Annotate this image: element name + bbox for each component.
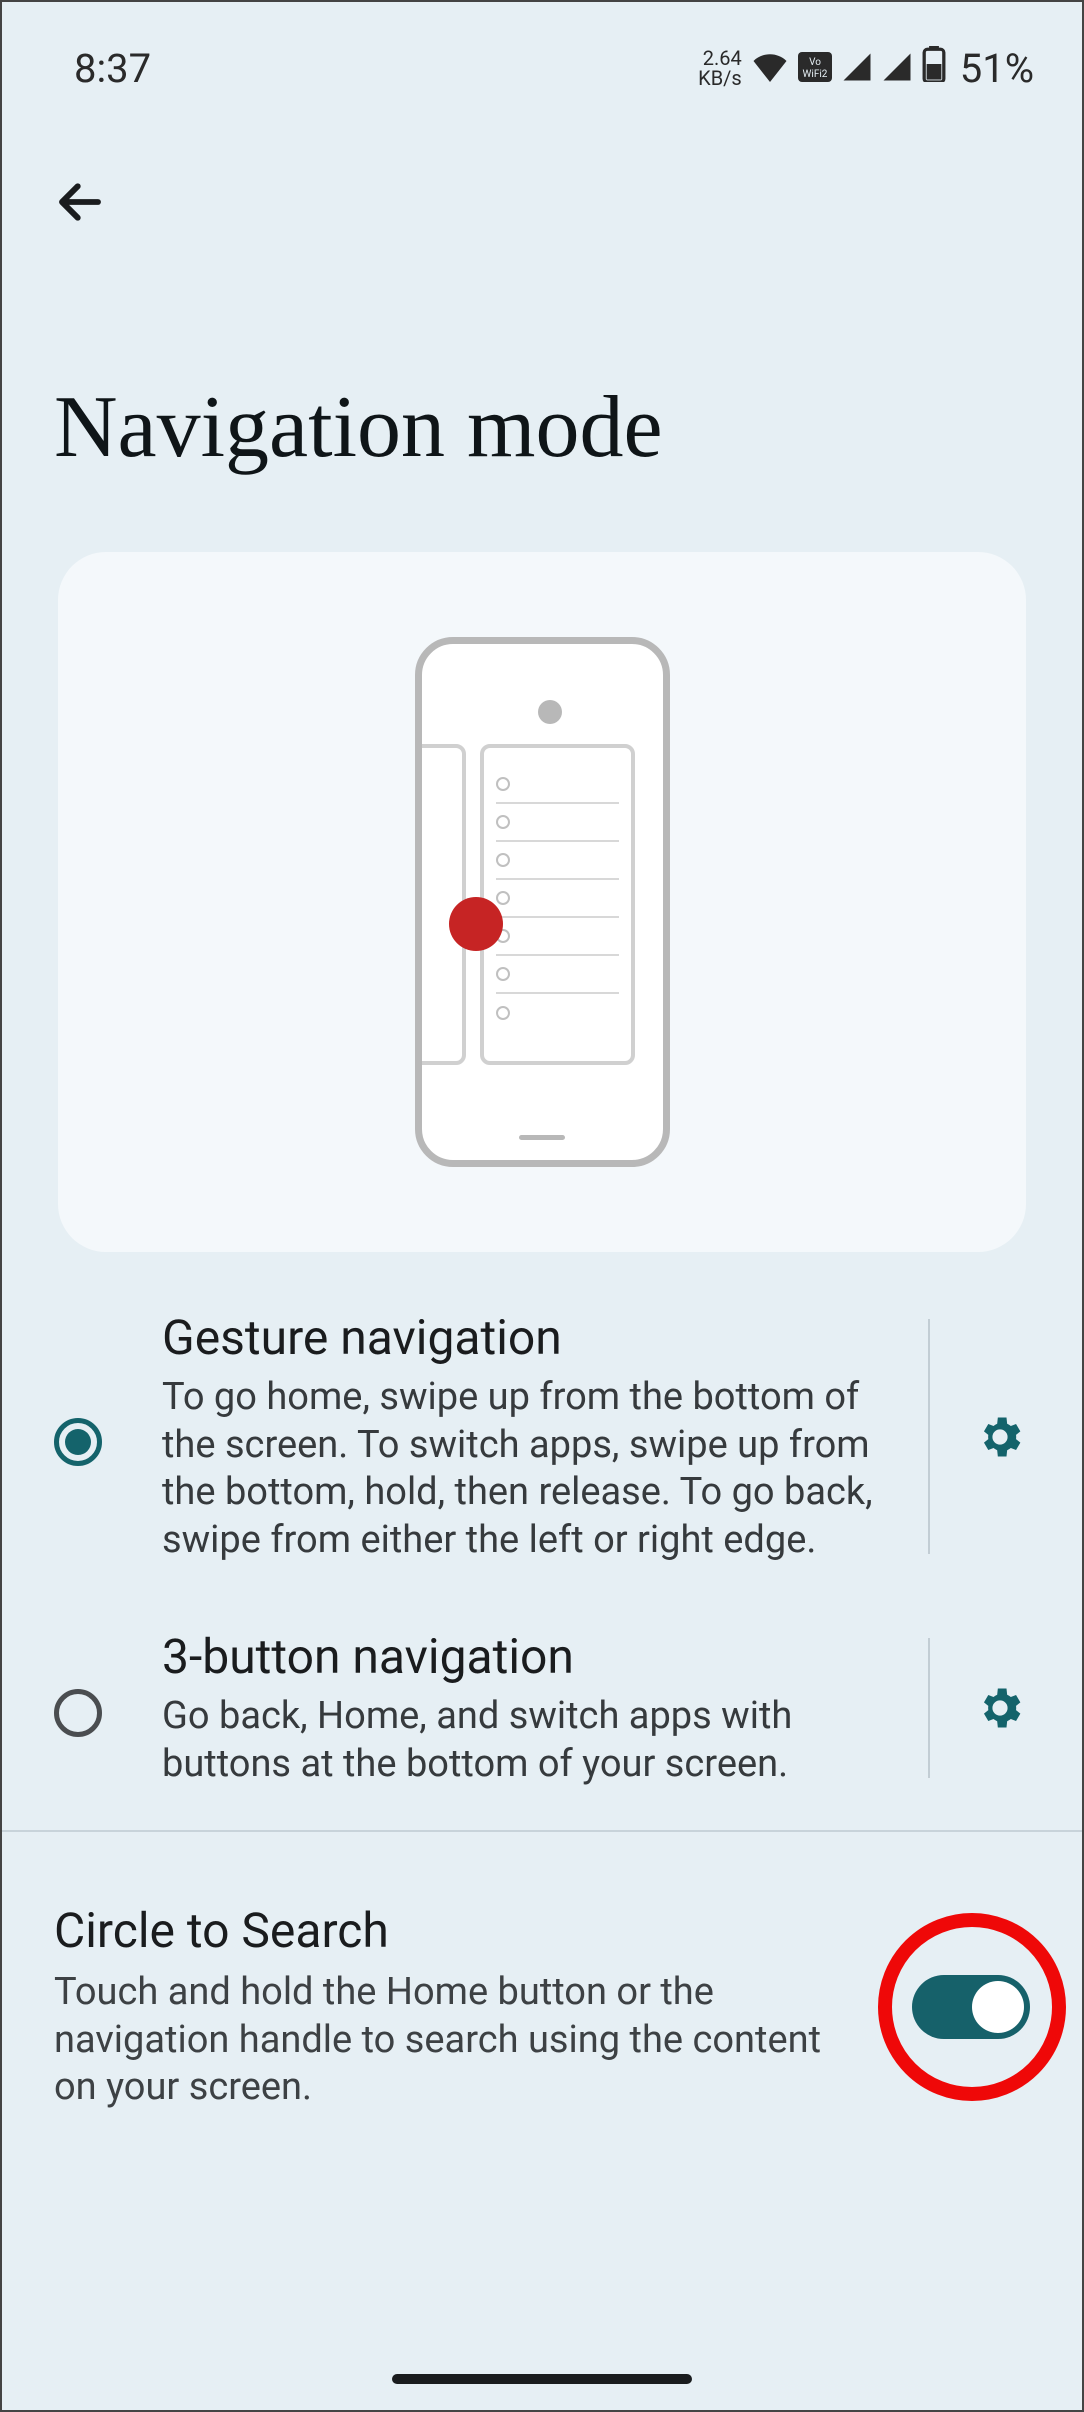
gear-icon (974, 1682, 1026, 1734)
circle-to-search-text: Circle to Search Touch and hold the Home… (54, 1902, 912, 2112)
circle-to-search-row[interactable]: Circle to Search Touch and hold the Home… (54, 1902, 1030, 2112)
page-title: Navigation mode (54, 377, 663, 478)
status-time: 8:37 (74, 45, 151, 92)
option-threebtn-text: 3-button navigation Go back, Home, and s… (162, 1628, 928, 1788)
svg-text:WiFi2: WiFi2 (802, 69, 827, 80)
circle-to-search-toggle[interactable] (912, 1975, 1030, 2039)
option-gesture-desc: To go home, swipe up from the bottom of … (162, 1374, 898, 1564)
arrow-left-icon (53, 175, 107, 229)
option-threebtn-desc: Go back, Home, and switch apps with butt… (162, 1693, 898, 1788)
nav-handle-icon (519, 1135, 565, 1140)
circle-to-search-desc: Touch and hold the Home button or the na… (54, 1969, 872, 2112)
signal-1-icon (842, 45, 872, 92)
vowifi-icon: VoWiFi2 (798, 45, 832, 92)
camera-dot-icon (538, 700, 562, 724)
status-bar: 8:37 2.64 KB/s VoWiFi2 51% (2, 2, 1082, 102)
phone-screen-right (480, 744, 635, 1065)
toggle-thumb-icon (972, 1981, 1024, 2033)
option-gesture-title: Gesture navigation (162, 1309, 898, 1366)
option-divider (928, 1638, 930, 1778)
option-threebtn-title: 3-button navigation (162, 1628, 898, 1685)
status-right-cluster: 2.64 KB/s VoWiFi2 51% (698, 45, 1034, 92)
battery-icon (922, 45, 946, 92)
option-three-button-navigation[interactable]: 3-button navigation Go back, Home, and s… (2, 1606, 1082, 1830)
gesture-settings-button[interactable] (970, 1407, 1030, 1467)
three-button-settings-button[interactable] (970, 1678, 1030, 1738)
navigation-handle[interactable] (392, 2374, 692, 2384)
section-divider (2, 1830, 1082, 1832)
phone-illustration (415, 637, 670, 1167)
option-gesture-navigation[interactable]: Gesture navigation To go home, swipe up … (2, 1287, 1082, 1606)
option-divider (928, 1319, 930, 1554)
option-gesture-text: Gesture navigation To go home, swipe up … (162, 1309, 928, 1564)
gear-icon (974, 1411, 1026, 1463)
back-button[interactable] (40, 162, 120, 242)
battery-percent: 51% (960, 45, 1034, 92)
network-rate: 2.64 KB/s (698, 48, 742, 88)
navigation-mode-options: Gesture navigation To go home, swipe up … (2, 1287, 1082, 1830)
gesture-preview-card (58, 552, 1026, 1252)
radio-gesture[interactable] (54, 1418, 102, 1466)
touch-indicator-icon (449, 897, 503, 951)
svg-text:Vo: Vo (809, 57, 821, 68)
circle-to-search-title: Circle to Search (54, 1902, 872, 1959)
radio-three-button[interactable] (54, 1689, 102, 1737)
wifi-icon (752, 45, 788, 92)
signal-2-icon (882, 45, 912, 92)
